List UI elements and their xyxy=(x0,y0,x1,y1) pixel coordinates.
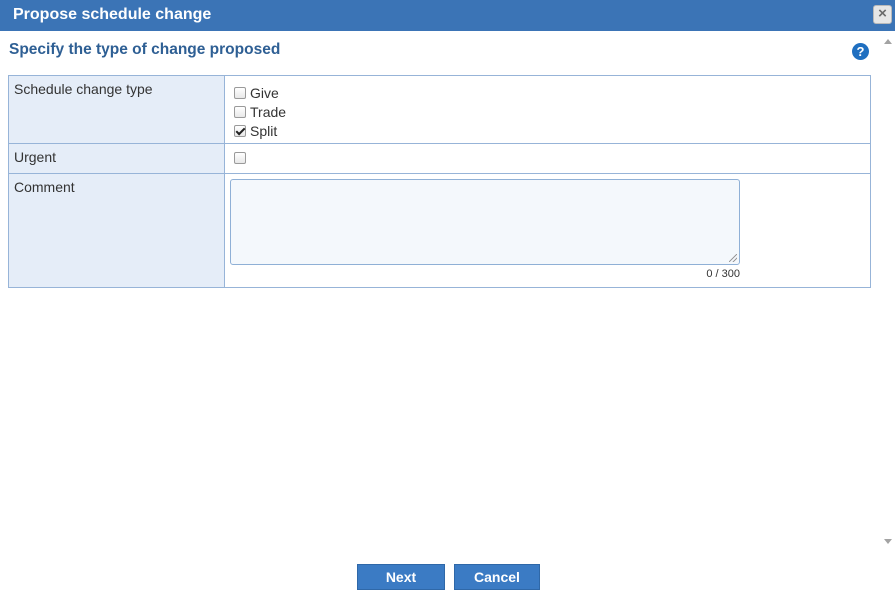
close-icon[interactable]: × xyxy=(873,5,892,24)
scroll-up-arrow-icon[interactable] xyxy=(884,39,892,44)
split-label[interactable]: Split xyxy=(250,123,277,139)
urgent-row: Urgent xyxy=(8,143,871,174)
section-heading: Specify the type of change proposed xyxy=(9,41,281,58)
urgent-checkbox[interactable] xyxy=(234,152,246,164)
trade-checkbox[interactable] xyxy=(234,105,246,118)
next-button[interactable]: Next xyxy=(357,564,445,590)
comment-value: 0 / 300 xyxy=(224,173,871,288)
schedule-change-type-label: Schedule change type xyxy=(8,75,225,144)
give-label[interactable]: Give xyxy=(250,85,279,101)
dialog-title: Propose schedule change xyxy=(13,6,212,23)
comment-label: Comment xyxy=(8,173,225,288)
option-give[interactable]: Give xyxy=(234,83,870,102)
help-icon[interactable]: ? xyxy=(852,43,869,60)
change-form-table: Schedule change type Give Trade Split Ur… xyxy=(8,75,871,288)
vertical-scrollbar[interactable] xyxy=(880,32,895,551)
schedule-change-type-options: Give Trade Split xyxy=(224,75,871,144)
schedule-change-type-row: Schedule change type Give Trade Split xyxy=(8,75,871,144)
comment-textarea[interactable] xyxy=(230,179,740,265)
comment-row: Comment 0 / 300 xyxy=(8,173,871,288)
resize-grip-icon[interactable] xyxy=(729,254,737,262)
cancel-button[interactable]: Cancel xyxy=(454,564,540,590)
option-split[interactable]: Split xyxy=(234,121,870,140)
split-checkbox[interactable] xyxy=(234,124,246,137)
comment-char-count: 0 / 300 xyxy=(706,268,740,280)
trade-label[interactable]: Trade xyxy=(250,104,286,120)
give-checkbox[interactable] xyxy=(234,86,246,99)
dialog-title-bar: Propose schedule change xyxy=(0,0,895,31)
urgent-value xyxy=(224,143,871,174)
option-trade[interactable]: Trade xyxy=(234,102,870,121)
urgent-label: Urgent xyxy=(8,143,225,174)
scroll-down-arrow-icon[interactable] xyxy=(884,539,892,544)
